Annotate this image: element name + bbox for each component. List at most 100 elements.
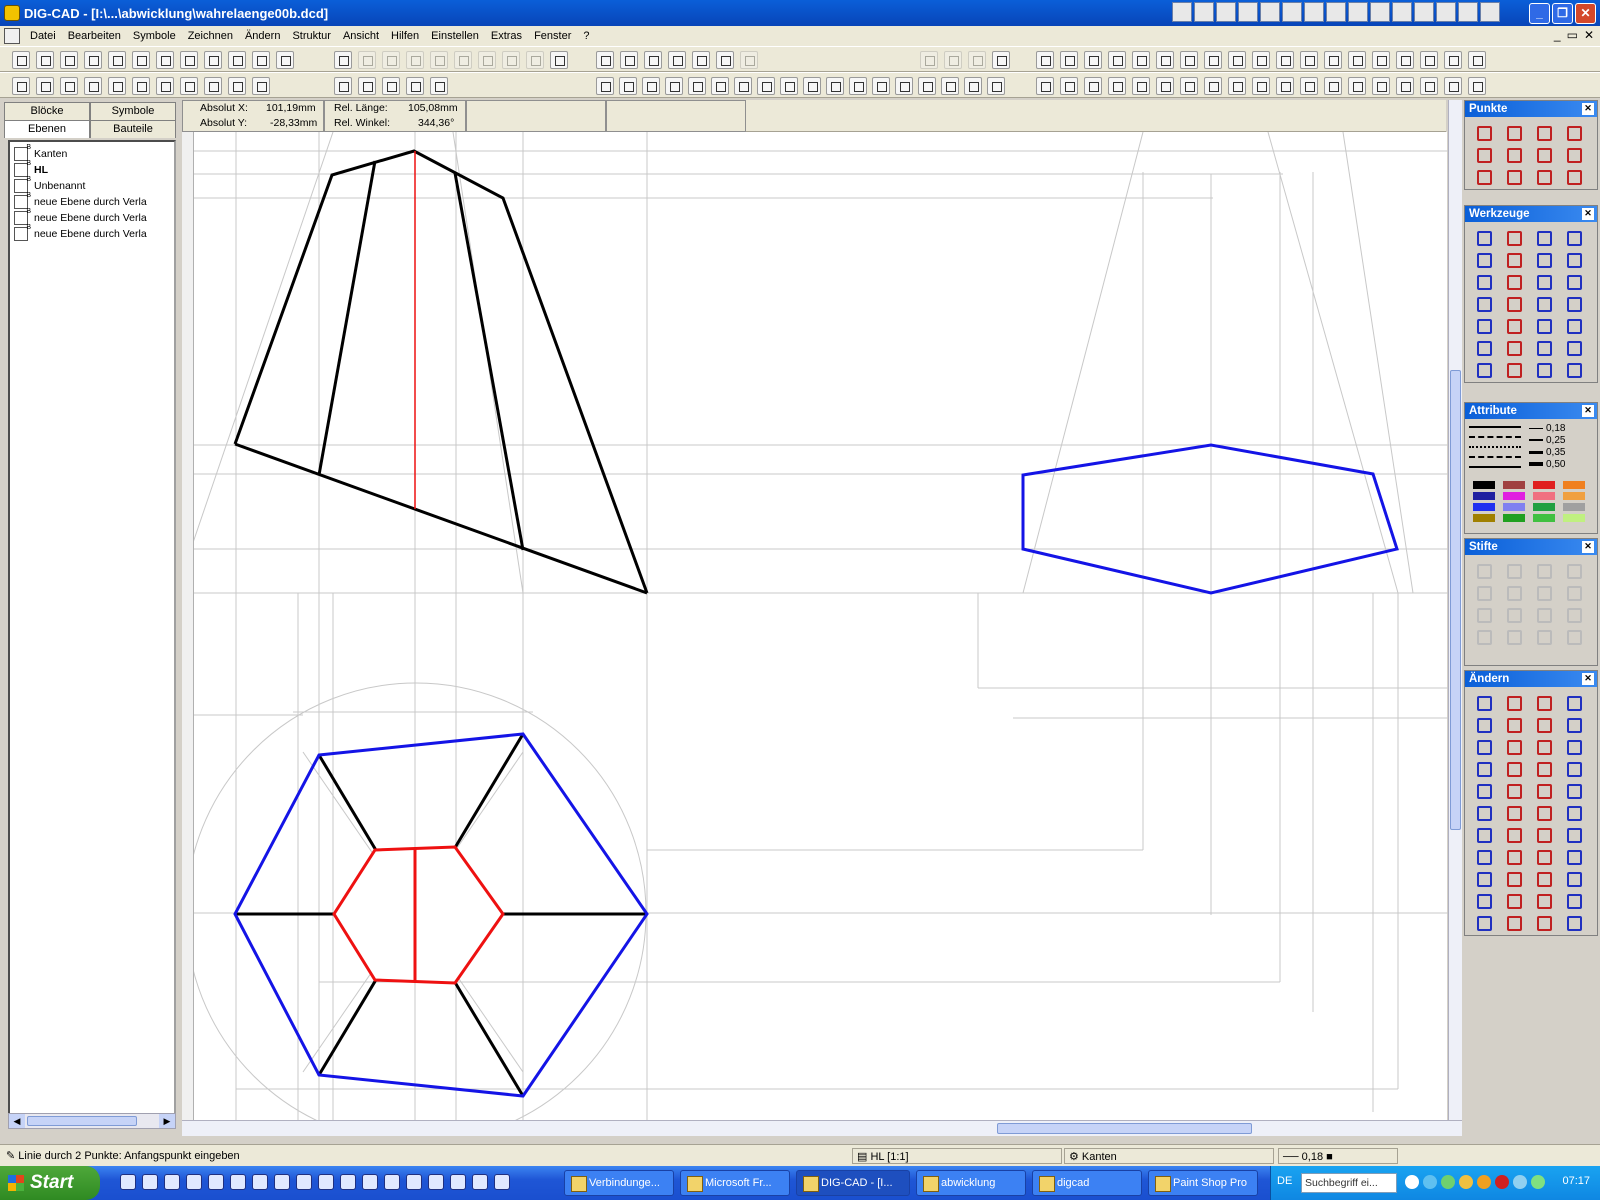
toolbar-tool-icon[interactable] (619, 77, 637, 95)
toolbar-tool-icon[interactable] (1156, 51, 1174, 69)
palette-tool-icon[interactable] (1531, 713, 1553, 733)
toolbar-tool-icon[interactable] (987, 77, 1005, 95)
palette-tool-icon[interactable] (1561, 143, 1583, 163)
palette-tool-icon[interactable] (1501, 581, 1523, 601)
toolbar-tool-icon[interactable] (918, 77, 936, 95)
toolbar-tool-icon[interactable] (964, 77, 982, 95)
quick-icon[interactable] (1216, 2, 1236, 22)
layer-item[interactable]: neue Ebene durch Verla (14, 224, 147, 242)
close-icon[interactable]: ✕ (1582, 208, 1594, 220)
palette-tool-icon[interactable] (1531, 911, 1553, 931)
palette-tool-icon[interactable] (1531, 121, 1553, 141)
quicklaunch-icon[interactable] (142, 1174, 158, 1190)
palette-tool-icon[interactable] (1501, 867, 1523, 887)
palette-tool-icon[interactable] (1531, 889, 1553, 909)
toolbar-tool-icon[interactable] (596, 51, 614, 69)
toolbar-tool-icon[interactable] (228, 77, 246, 95)
line-style-dotted[interactable] (1469, 446, 1521, 448)
palette-tool-icon[interactable] (1501, 845, 1523, 865)
toolbar-tool-icon[interactable] (1372, 51, 1390, 69)
palette-tool-icon[interactable] (1471, 625, 1493, 645)
toolbar-tool-icon[interactable] (1180, 77, 1198, 95)
scroll-thumb[interactable] (1450, 370, 1461, 830)
menu-fenster[interactable]: Fenster (528, 30, 577, 42)
drawing-svg[interactable] (182, 131, 1448, 1144)
toolbar-tool-icon[interactable] (252, 77, 270, 95)
minimize-icon[interactable]: _ (1529, 3, 1550, 24)
palette-tool-icon[interactable] (1501, 691, 1523, 711)
palette-tool-icon[interactable] (1501, 314, 1523, 334)
palette-tool-icon[interactable] (1501, 121, 1523, 141)
palette-tool-icon[interactable] (1501, 143, 1523, 163)
close-icon[interactable]: ✕ (1582, 541, 1594, 553)
color-swatch[interactable] (1563, 481, 1585, 489)
tray-icon[interactable] (1477, 1175, 1491, 1189)
quicklaunch-icon[interactable] (296, 1174, 312, 1190)
palette-tool-icon[interactable] (1501, 713, 1523, 733)
toolbar-tool-icon[interactable] (108, 77, 126, 95)
toolbar-tool-icon[interactable] (358, 77, 376, 95)
color-swatch[interactable] (1473, 492, 1495, 500)
toolbar-tool-icon[interactable] (692, 51, 710, 69)
toolbar-tool-icon[interactable] (826, 77, 844, 95)
color-swatch[interactable] (1563, 492, 1585, 500)
menu-symbole[interactable]: Symbole (127, 30, 182, 42)
toolbar-tool-icon[interactable] (665, 77, 683, 95)
status-layer[interactable]: ▤ HL [1:1] (852, 1148, 1062, 1164)
toolbar-tool-icon[interactable] (252, 51, 270, 69)
palette-tool-icon[interactable] (1561, 779, 1583, 799)
palette-tool-icon[interactable] (1561, 845, 1583, 865)
palette-tool-icon[interactable] (1471, 691, 1493, 711)
toolbar-tool-icon[interactable] (430, 77, 448, 95)
toolbar-tool-icon[interactable] (1420, 51, 1438, 69)
toolbar-tool-icon[interactable] (1084, 51, 1102, 69)
palette-tool-icon[interactable] (1501, 292, 1523, 312)
palette-tool-icon[interactable] (1501, 559, 1523, 579)
menu-bearbeiten[interactable]: Bearbeiten (62, 30, 127, 42)
menu-einstellen[interactable]: Einstellen (425, 30, 485, 42)
drawing-canvas[interactable] (182, 131, 1448, 1144)
palette-tool-icon[interactable] (1531, 143, 1553, 163)
palette-tool-icon[interactable] (1561, 121, 1583, 141)
palette-tool-icon[interactable] (1471, 121, 1493, 141)
palette-tool-icon[interactable] (1561, 691, 1583, 711)
mdi-close-icon[interactable]: ✕ (1584, 28, 1594, 42)
menu-struktur[interactable]: Struktur (286, 30, 337, 42)
toolbar-tool-icon[interactable] (228, 51, 246, 69)
tab-bauteile[interactable]: Bauteile (90, 120, 176, 138)
toolbar-tool-icon[interactable] (430, 51, 448, 69)
color-swatch[interactable] (1563, 503, 1585, 511)
quick-icon[interactable] (1282, 2, 1302, 22)
line-style-dashdot[interactable] (1469, 456, 1521, 458)
color-swatch[interactable] (1473, 503, 1495, 511)
palette-tool-icon[interactable] (1561, 358, 1583, 378)
toolbar-tool-icon[interactable] (740, 51, 758, 69)
palette-tool-icon[interactable] (1561, 226, 1583, 246)
palette-tool-icon[interactable] (1471, 713, 1493, 733)
toolbar-tool-icon[interactable] (204, 51, 222, 69)
toolbar-tool-icon[interactable] (1132, 51, 1150, 69)
toolbar-tool-icon[interactable] (620, 51, 638, 69)
toolbar-tool-icon[interactable] (156, 51, 174, 69)
palette-tool-icon[interactable] (1561, 823, 1583, 843)
palette-tool-icon[interactable] (1501, 801, 1523, 821)
toolbar-tool-icon[interactable] (1444, 51, 1462, 69)
status-active-layer[interactable]: ⚙ Kanten (1064, 1148, 1274, 1164)
quicklaunch-icon[interactable] (384, 1174, 400, 1190)
toolbar-tool-icon[interactable] (920, 51, 938, 69)
color-swatch[interactable] (1503, 492, 1525, 500)
palette-tool-icon[interactable] (1531, 336, 1553, 356)
toolbar-tool-icon[interactable] (1132, 77, 1150, 95)
toolbar-tool-icon[interactable] (992, 51, 1010, 69)
toolbar-tool-icon[interactable] (382, 77, 400, 95)
palette-tool-icon[interactable] (1561, 270, 1583, 290)
toolbar-tool-icon[interactable] (1228, 77, 1246, 95)
stop-tray-icon[interactable] (1495, 1175, 1509, 1189)
quick-icon[interactable] (1414, 2, 1434, 22)
task-button[interactable]: digcad (1032, 1170, 1142, 1196)
quick-icon[interactable] (1458, 2, 1478, 22)
palette-tool-icon[interactable] (1531, 691, 1553, 711)
tray-icon[interactable] (1405, 1175, 1419, 1189)
palette-tool-icon[interactable] (1501, 911, 1523, 931)
quicklaunch-icon[interactable] (274, 1174, 290, 1190)
